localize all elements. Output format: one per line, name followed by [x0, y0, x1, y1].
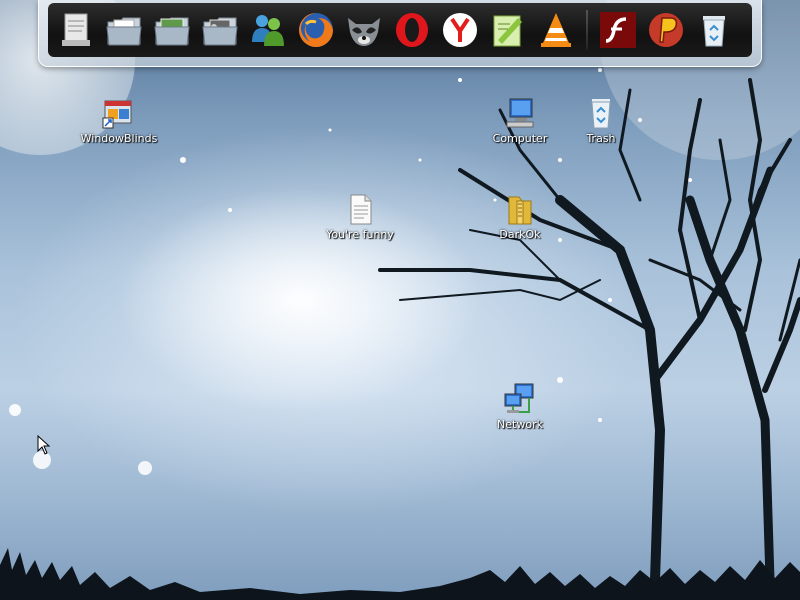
messenger-icon[interactable]	[246, 7, 290, 53]
top-dock	[38, 0, 762, 67]
desktop-icon-folder[interactable]: DarkOk	[475, 192, 565, 241]
dock-separator	[586, 10, 588, 50]
media-folder-icon[interactable]	[198, 7, 242, 53]
computer-icon	[506, 98, 534, 128]
images-folder-icon[interactable]	[150, 7, 194, 53]
desktop-icon-label: DarkOk	[499, 228, 541, 241]
folder-icon[interactable]	[102, 7, 146, 53]
mouse-cursor-icon	[37, 435, 51, 455]
desktop-icon-windowblinds[interactable]: WindowBlinds	[74, 96, 164, 145]
desktop-wallpaper	[0, 0, 800, 600]
opera-icon[interactable]	[390, 7, 434, 53]
notepad-plus-icon[interactable]	[486, 7, 530, 53]
desktop-icon-trash[interactable]: Trash	[556, 96, 646, 145]
desktop-icon-text-file[interactable]: You're funny	[315, 192, 405, 241]
desktop-icon-network[interactable]: Network	[475, 382, 565, 431]
windowblinds-icon	[102, 100, 132, 129]
dock-bar	[48, 3, 752, 57]
desktop-icon-label: Computer	[492, 132, 548, 145]
desktop-icon-label: Trash	[586, 132, 616, 145]
network-icon	[504, 383, 534, 413]
firefox-icon[interactable]	[294, 7, 338, 53]
p-app-icon[interactable]	[644, 7, 688, 53]
yandex-browser-icon[interactable]	[438, 7, 482, 53]
text-file-icon	[350, 194, 372, 225]
desktop-icon-computer[interactable]: Computer	[475, 96, 565, 145]
vlc-icon[interactable]	[534, 7, 578, 53]
trash-icon	[591, 99, 611, 129]
recycle-bin-icon[interactable]	[692, 7, 736, 53]
desktop-icon-label: Network	[497, 418, 543, 431]
folder-icon	[508, 196, 532, 225]
desktop-icon-label: WindowBlinds	[80, 132, 158, 145]
notes-app-icon[interactable]	[54, 7, 98, 53]
desktop-icon-label: You're funny	[326, 228, 394, 241]
raccoon-app-icon[interactable]	[342, 7, 386, 53]
flash-player-icon[interactable]	[596, 7, 640, 53]
